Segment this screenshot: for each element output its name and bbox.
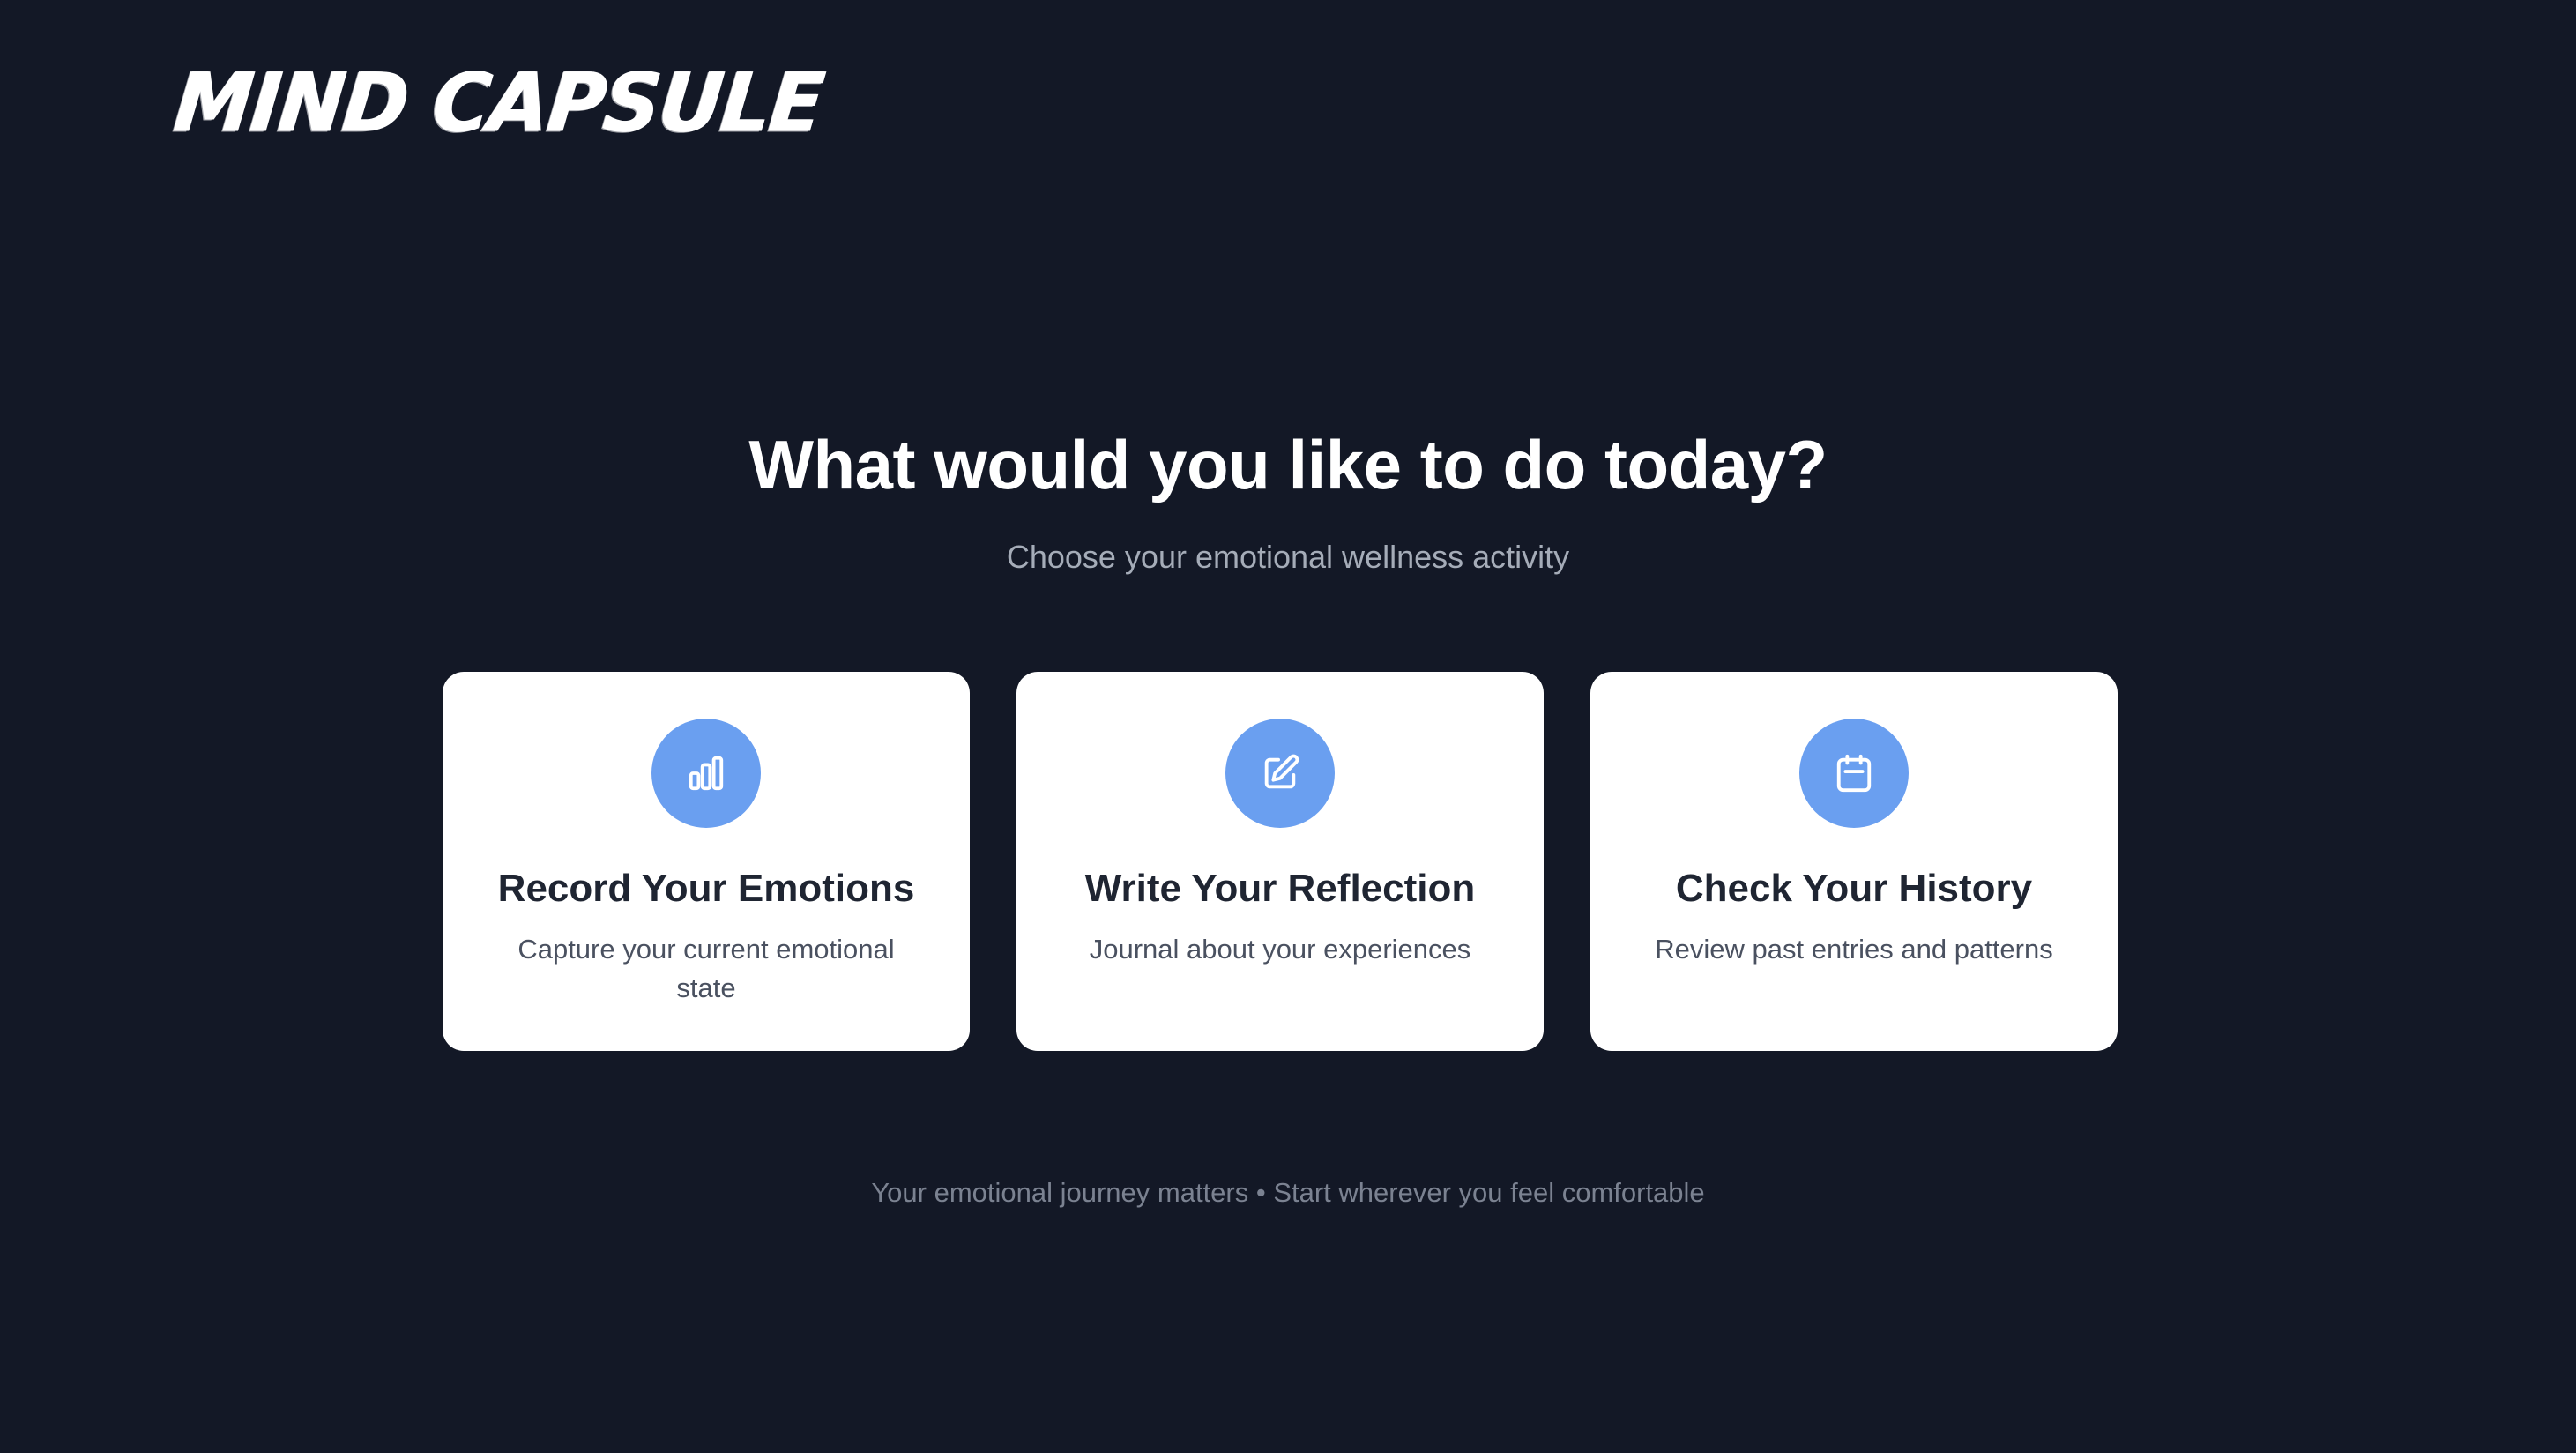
card-title: Check Your History xyxy=(1675,867,2033,910)
write-reflection-card[interactable]: Write Your Reflection Journal about your… xyxy=(1016,672,1544,1051)
card-description: Review past entries and patterns xyxy=(1655,934,2053,965)
logo-text: MIND CAPSULE xyxy=(169,55,827,151)
card-description: Journal about your experiences xyxy=(1089,934,1471,965)
card-title: Record Your Emotions xyxy=(497,867,915,910)
hero-section: What would you like to do today? Choose … xyxy=(0,416,2576,577)
edit-icon xyxy=(1225,719,1335,828)
page-title: What would you like to do today? xyxy=(748,426,1828,503)
card-title: Write Your Reflection xyxy=(1084,867,1476,910)
logo[interactable]: MIND CAPSULE xyxy=(169,55,826,152)
page-subtitle: Choose your emotional wellness activity xyxy=(1006,539,1570,575)
record-emotions-card[interactable]: Record Your Emotions Capture your curren… xyxy=(443,672,970,1051)
footer-note: Your emotional journey matters • Start w… xyxy=(871,1177,1705,1208)
card-description: Capture your current emotional state xyxy=(517,934,895,1003)
check-history-card[interactable]: Check Your History Review past entries a… xyxy=(1590,672,2118,1051)
bar-chart-icon xyxy=(651,719,761,828)
calendar-icon xyxy=(1799,719,1909,828)
activity-cards: Record Your Emotions Capture your curren… xyxy=(443,672,2118,1051)
